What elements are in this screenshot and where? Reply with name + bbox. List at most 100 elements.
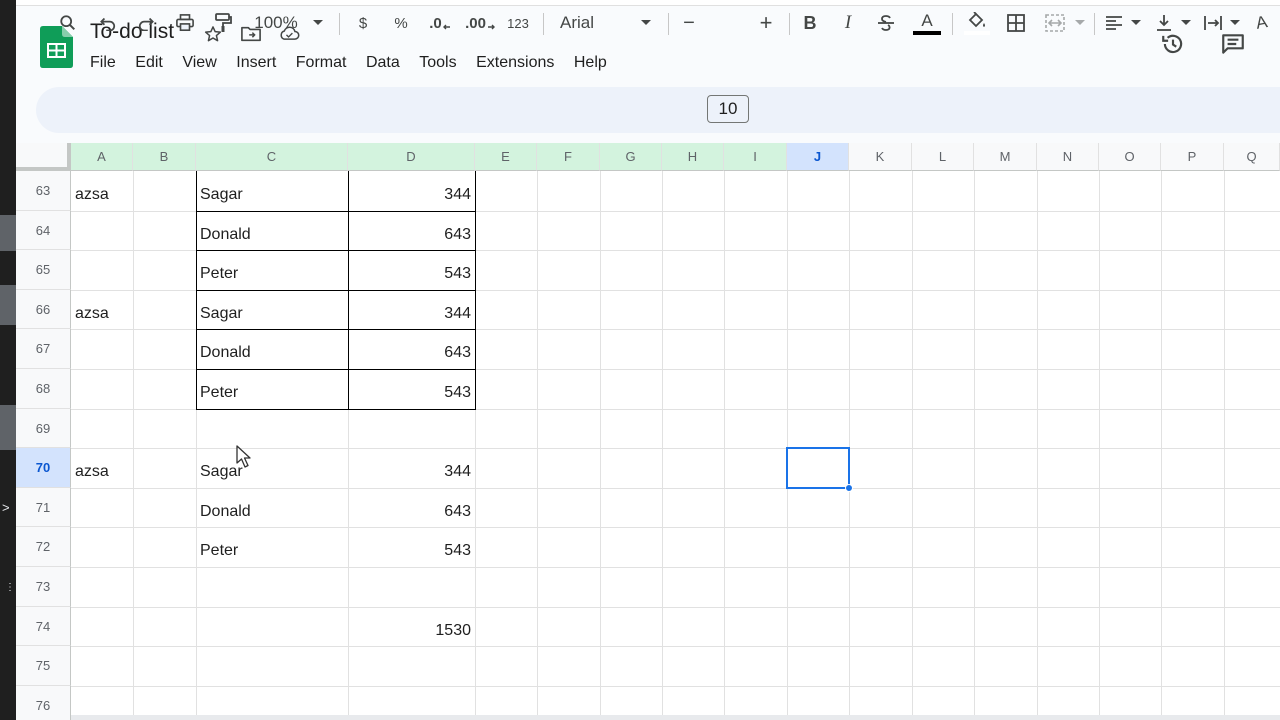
cell-a70[interactable]: azsa xyxy=(75,463,109,481)
fill-color-icon[interactable] xyxy=(963,11,991,35)
column-header-d[interactable]: D xyxy=(348,143,475,171)
cell-d68[interactable]: 543 xyxy=(348,384,471,402)
row-header-74[interactable]: 74 xyxy=(16,606,71,647)
row-header-67[interactable]: 67 xyxy=(16,329,71,369)
horizontal-align-icon[interactable] xyxy=(1103,11,1125,35)
drag-handle-icon[interactable]: ⋮ xyxy=(5,583,15,593)
select-all-corner[interactable] xyxy=(16,143,71,171)
merge-cells-icon[interactable] xyxy=(1043,11,1067,35)
cell-d74[interactable]: 1530 xyxy=(348,622,471,640)
cell-c64[interactable]: Donald xyxy=(200,226,251,244)
menu-format[interactable]: Format xyxy=(296,52,347,74)
column-header-o[interactable]: O xyxy=(1099,143,1161,171)
row-header-63[interactable]: 63 xyxy=(16,171,71,211)
column-header-m[interactable]: M xyxy=(974,143,1037,171)
column-header-c[interactable]: C xyxy=(196,143,348,171)
cell-c66[interactable]: Sagar xyxy=(200,305,243,323)
row-header-73[interactable]: 73 xyxy=(16,567,71,607)
column-header-b[interactable]: B xyxy=(133,143,196,171)
active-cell-selection[interactable] xyxy=(786,447,850,489)
cell-d70[interactable]: 344 xyxy=(348,463,471,481)
more-formats-button[interactable]: 123 xyxy=(505,11,531,35)
row-header-69[interactable]: 69 xyxy=(16,408,71,449)
cell-c65[interactable]: Peter xyxy=(200,265,238,283)
cell-d72[interactable]: 543 xyxy=(348,542,471,560)
row-header-66[interactable]: 66 xyxy=(16,289,71,330)
column-header-h[interactable]: H xyxy=(662,143,724,171)
column-header-l[interactable]: L xyxy=(912,143,974,171)
text-color-button[interactable]: A xyxy=(912,11,942,35)
cell-c68[interactable]: Peter xyxy=(200,384,238,402)
cell-c71[interactable]: Donald xyxy=(200,503,251,521)
decrease-decimal-button[interactable]: .0 xyxy=(427,11,453,35)
row-header-72[interactable]: 72 xyxy=(16,527,71,567)
menu-file[interactable]: File xyxy=(90,52,116,74)
spreadsheet-grid[interactable]: A B C D E F G H I J K L M N O P Q 63 azsa Sagar 344 64 Donald 6… xyxy=(16,143,1280,720)
column-header-g[interactable]: G xyxy=(600,143,662,171)
strikethrough-icon[interactable] xyxy=(875,11,897,35)
increase-font-size-button[interactable]: + xyxy=(757,10,775,35)
cell-d64[interactable]: 643 xyxy=(348,226,471,244)
cell-d67[interactable]: 643 xyxy=(348,344,471,362)
wrap-dropdown-icon[interactable] xyxy=(1229,11,1241,35)
halign-dropdown-icon[interactable] xyxy=(1130,11,1142,35)
increase-decimal-button[interactable]: .00 xyxy=(465,11,495,35)
menu-view[interactable]: View xyxy=(182,52,216,74)
search-menus-icon[interactable] xyxy=(56,11,80,35)
merge-dropdown-icon[interactable] xyxy=(1074,11,1086,35)
undo-icon[interactable] xyxy=(96,11,120,35)
horizontal-scrollbar[interactable] xyxy=(71,715,1280,720)
column-header-i[interactable]: I xyxy=(724,143,787,171)
column-header-e[interactable]: E xyxy=(475,143,537,171)
decrease-font-size-button[interactable]: − xyxy=(680,11,698,35)
column-header-k[interactable]: K xyxy=(849,143,912,171)
column-header-n[interactable]: N xyxy=(1037,143,1099,171)
expand-panel-icon[interactable]: > xyxy=(2,500,10,516)
cell-d63[interactable]: 344 xyxy=(348,186,471,204)
menu-edit[interactable]: Edit xyxy=(135,52,163,74)
menu-tools[interactable]: Tools xyxy=(419,52,456,74)
menu-extensions[interactable]: Extensions xyxy=(476,52,554,74)
italic-button[interactable]: I xyxy=(838,11,858,35)
menu-insert[interactable]: Insert xyxy=(236,52,276,74)
vertical-align-icon[interactable] xyxy=(1153,11,1175,35)
column-header-q[interactable]: Q xyxy=(1224,143,1280,171)
column-header-f[interactable]: F xyxy=(537,143,600,171)
fill-handle[interactable] xyxy=(845,483,853,492)
cell-a63[interactable]: azsa xyxy=(75,186,109,204)
row-header-70[interactable]: 70 xyxy=(16,448,71,488)
paint-format-icon[interactable] xyxy=(211,11,235,35)
zoom-select[interactable]: 100% xyxy=(250,11,302,35)
redo-icon[interactable] xyxy=(134,11,158,35)
percent-format-button[interactable]: % xyxy=(392,11,410,35)
borders-icon[interactable] xyxy=(1005,11,1027,35)
row-header-68[interactable]: 68 xyxy=(16,369,71,409)
text-rotation-button[interactable]: A xyxy=(1252,11,1272,35)
row-header-64[interactable]: 64 xyxy=(16,210,71,251)
font-size-input[interactable]: 10 xyxy=(707,95,749,123)
cell-a66[interactable]: azsa xyxy=(75,305,109,323)
column-header-j[interactable]: J xyxy=(787,143,849,171)
valign-dropdown-icon[interactable] xyxy=(1180,11,1192,35)
column-header-a[interactable]: A xyxy=(71,143,133,171)
cell-d66[interactable]: 344 xyxy=(348,305,471,323)
cell-d71[interactable]: 643 xyxy=(348,503,471,521)
row-header-75[interactable]: 75 xyxy=(16,646,71,686)
print-icon[interactable] xyxy=(173,11,197,35)
cell-c63[interactable]: Sagar xyxy=(200,186,243,204)
text-wrapping-icon[interactable] xyxy=(1202,11,1224,35)
menu-help[interactable]: Help xyxy=(574,52,607,74)
zoom-dropdown-icon[interactable] xyxy=(311,11,325,35)
cell-d65[interactable]: 543 xyxy=(348,265,471,283)
row-header-65[interactable]: 65 xyxy=(16,250,71,290)
cell-c72[interactable]: Peter xyxy=(200,542,238,560)
font-select[interactable]: Arial xyxy=(560,11,600,35)
font-dropdown-icon[interactable] xyxy=(639,11,653,35)
row-header-76[interactable]: 76 xyxy=(16,685,71,720)
currency-format-button[interactable]: $ xyxy=(355,11,371,35)
bold-button[interactable]: B xyxy=(800,11,820,35)
cell-c67[interactable]: Donald xyxy=(200,344,251,362)
column-header-p[interactable]: P xyxy=(1161,143,1224,171)
menu-data[interactable]: Data xyxy=(366,52,400,74)
row-header-71[interactable]: 71 xyxy=(16,487,71,528)
